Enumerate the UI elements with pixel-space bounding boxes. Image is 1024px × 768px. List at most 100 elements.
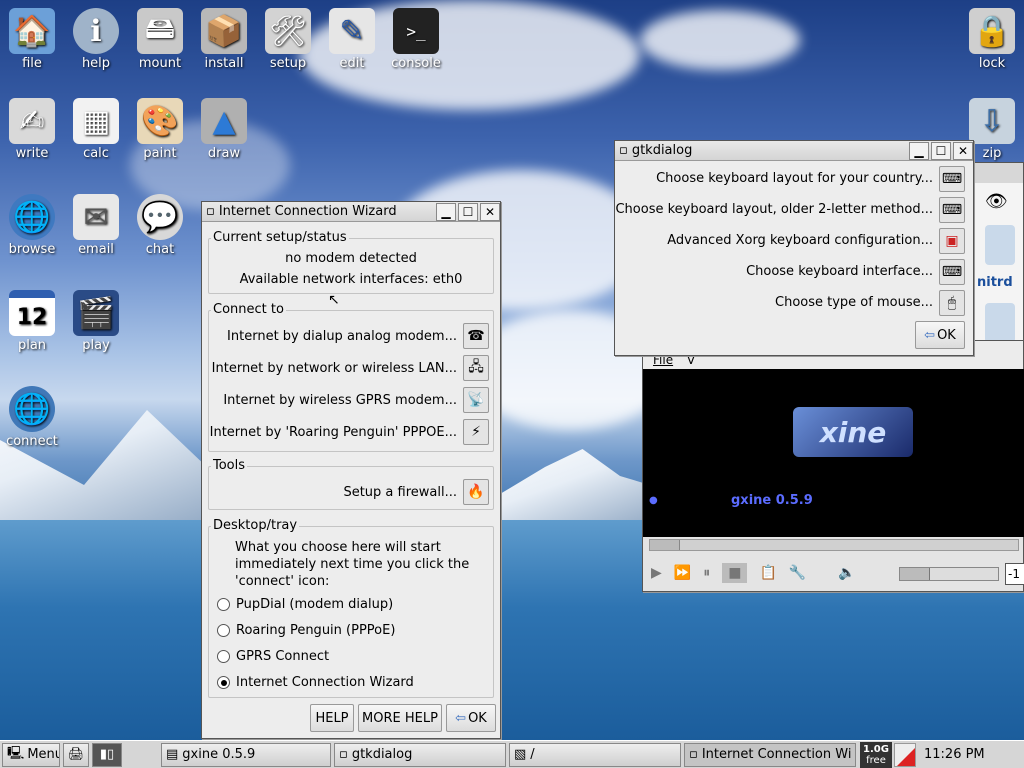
frame-label: Tools (211, 458, 248, 473)
desktop-icon-write[interactable]: ✍ write (0, 98, 64, 161)
file-label-nitrd[interactable]: nitrd (977, 275, 1013, 290)
icon-label: paint (143, 146, 177, 161)
desktop-icon-edit[interactable]: ✎ edit (320, 8, 384, 71)
desktop-icon-console[interactable]: >_ console (384, 8, 448, 71)
icon-label: install (204, 56, 244, 71)
icon-label: email (78, 242, 114, 257)
keyboard-icon[interactable]: ⌨ (939, 197, 965, 223)
radio-label: GPRS Connect (236, 649, 330, 664)
home-icon: 🏠 (9, 8, 55, 54)
radio-indicator[interactable] (217, 624, 230, 637)
desktop-icon-email[interactable]: ✉ email (64, 194, 128, 257)
frame-label: Current setup/status (211, 230, 349, 245)
quicklaunch-icon[interactable]: 🖨 (63, 742, 89, 767)
app-icon: ▤ (166, 747, 179, 762)
radio-indicator[interactable] (217, 676, 230, 689)
gtkdialog-titlebar[interactable]: ▫ gtkdialog ▁ ☐ ✕ (615, 141, 973, 161)
desktop-icon-connect[interactable]: 🌐 connect (0, 386, 64, 449)
connect-frame: Connect to Internet by dialup analog mod… (208, 302, 494, 452)
radio-indicator[interactable] (217, 598, 230, 611)
window-title: Internet Connection Wizard (218, 204, 397, 219)
task-label: Internet Connection Wi (701, 747, 852, 762)
ok-button[interactable]: ⇦ OK (446, 704, 496, 732)
radio-pupdial[interactable]: PupDial (modem dialup) (217, 597, 393, 612)
plug-icon[interactable]: ⚡ (463, 419, 489, 445)
menu-label: Menu (27, 747, 60, 762)
app-icon: ▧ (514, 747, 527, 762)
draw-icon: ▲ (201, 98, 247, 144)
playlist-icon[interactable]: 📋 (759, 565, 776, 581)
stop-icon[interactable]: ■ (722, 563, 748, 583)
connect-pppoe-label: Internet by 'Roaring Penguin' PPPOE... (209, 425, 457, 440)
firewall-icon[interactable]: 🔥 (463, 479, 489, 505)
xorg-icon[interactable]: ▣ (939, 228, 965, 254)
desktop-switch-icon[interactable]: ▮▯ (92, 742, 122, 767)
folder-icon[interactable] (985, 225, 1015, 265)
desktop-icon-browse[interactable]: 🌐 browse (0, 194, 64, 257)
modem-status: no modem detected (285, 251, 417, 266)
option-xorg-keyboard: Advanced Xorg keyboard configuration... (667, 233, 933, 248)
mouse-icon[interactable]: 🖱 (939, 290, 965, 316)
desktop-icon-install[interactable]: 📦 install (192, 8, 256, 71)
maximize-button[interactable]: ☐ (931, 141, 951, 160)
more-help-button[interactable]: MORE HELP (358, 704, 442, 732)
xine-logo: xine (793, 407, 913, 457)
desktop-icon-plan[interactable]: 12 plan (0, 290, 64, 353)
network-status-icon[interactable] (894, 742, 916, 767)
pause-icon[interactable]: ⏸ (703, 565, 710, 581)
task-gxine[interactable]: ▤ gxine 0.5.9 (161, 742, 331, 767)
app-icon: ▫ (339, 747, 348, 762)
task-gtkdialog[interactable]: ▫ gtkdialog (334, 742, 506, 767)
wizard-titlebar[interactable]: ▫ Internet Connection Wizard ▁ ☐ ✕ (202, 202, 500, 222)
firewall-label: Setup a firewall... (343, 485, 457, 500)
desktop-icon-chat[interactable]: 💬 chat (128, 194, 192, 257)
menu-button[interactable]: 🖳 Menu (2, 742, 60, 767)
version-label: gxine 0.5.9 (731, 493, 813, 508)
volume-slider[interactable] (899, 567, 999, 581)
status-frame: Current setup/status no modem detected A… (208, 230, 494, 294)
clock: 11:26 PM (924, 747, 985, 762)
radio-connection-wizard[interactable]: Internet Connection Wizard (217, 675, 414, 690)
settings-icon[interactable]: 🔧 (789, 565, 806, 581)
radio-indicator[interactable] (217, 650, 230, 663)
radio-gprs[interactable]: GPRS Connect (217, 649, 329, 664)
desktop-icon-paint[interactable]: 🎨 paint (128, 98, 192, 161)
desktop-icon-mount[interactable]: 🖴 mount (128, 8, 192, 71)
desktop-icon-play[interactable]: 🎬 play (64, 290, 128, 353)
ok-button[interactable]: ⇦ OK (915, 321, 965, 349)
volume-icon[interactable]: 🔈 (838, 565, 855, 581)
desktop-icon-help[interactable]: ℹ help (64, 8, 128, 71)
play-icon[interactable]: ▶ (651, 565, 662, 581)
modem-icon[interactable]: ☎ (463, 323, 489, 349)
desktop-icon-draw[interactable]: ▲ draw (192, 98, 256, 161)
maximize-button[interactable]: ☐ (458, 202, 478, 221)
pen-icon: ✎ (329, 8, 375, 54)
globe-icon: 🌐 (9, 194, 55, 240)
time-field[interactable]: -1 (1005, 563, 1024, 585)
app-icon: ▫ (689, 747, 698, 762)
antenna-icon[interactable]: 📡 (463, 387, 489, 413)
eye-icon[interactable]: 👁 (985, 191, 1008, 212)
task-file-manager[interactable]: ▧ / (509, 742, 681, 767)
minimize-button[interactable]: ▁ (436, 202, 456, 221)
keyboard-icon[interactable]: ⌨ (939, 166, 965, 192)
icon-label: setup (269, 56, 307, 71)
desktop-icon-lock[interactable]: 🔒 lock (960, 8, 1024, 71)
close-button[interactable]: ✕ (480, 202, 500, 221)
fast-forward-icon[interactable]: ⏩ (674, 565, 691, 581)
video-area[interactable]: xine gxine 0.5.9 ● (643, 369, 1024, 537)
bullet-icon: ● (649, 495, 658, 506)
network-icon[interactable]: 🖧 (463, 355, 489, 381)
close-button[interactable]: ✕ (953, 141, 973, 160)
help-button[interactable]: HELP (310, 704, 354, 732)
folder-icon[interactable] (985, 303, 1015, 343)
desktop-icon-setup[interactable]: 🛠 setup (256, 8, 320, 71)
icon-label: play (82, 338, 110, 353)
minimize-button[interactable]: ▁ (909, 141, 929, 160)
desktop-icon-calc[interactable]: ▦ calc (64, 98, 128, 161)
radio-roaring-penguin[interactable]: Roaring Penguin (PPPoE) (217, 623, 395, 638)
seek-bar[interactable] (649, 539, 1019, 551)
keyboard-icon[interactable]: ⌨ (939, 259, 965, 285)
task-connection-wizard[interactable]: ▫ Internet Connection Wi (684, 742, 856, 767)
desktop-icon-file[interactable]: 🏠 file (0, 8, 64, 71)
